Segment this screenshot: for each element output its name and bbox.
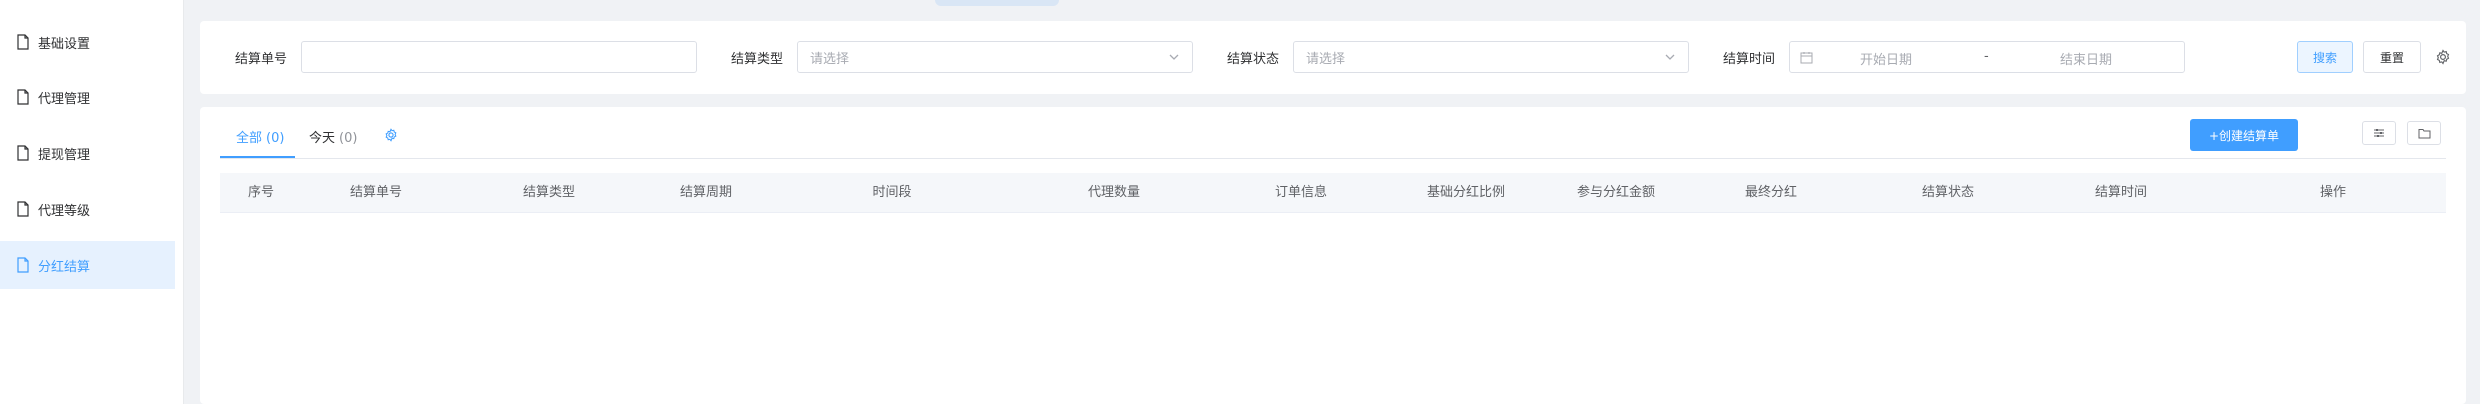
column-header: 结算时间 [2094, 185, 2148, 200]
settlement-status-label: 结算状态 [1227, 52, 1280, 67]
column-header: 订单信息 [1274, 185, 1328, 200]
chevron-down-icon [1169, 54, 1179, 60]
sidebar-item-basic-settings[interactable]: 基础设置 [0, 18, 175, 66]
sidebar-item-label: 代理等级 [38, 203, 91, 219]
top-tab-indicator [935, 0, 1059, 6]
calendar-icon [1800, 52, 1813, 64]
tab-label: 全部 [236, 131, 263, 146]
tab-today[interactable]: 今天 (0) [309, 127, 357, 146]
date-separator: - [1984, 49, 1989, 64]
column-header: 参与分红金额 [1576, 185, 1656, 200]
settlement-status-select[interactable]: 请选择 [1293, 41, 1689, 73]
settlement-time-range[interactable]: 开始日期 - 结束日期 [1789, 41, 2185, 73]
column-header: 结算类型 [522, 185, 576, 200]
settlement-type-label: 结算类型 [731, 52, 784, 67]
create-settlement-button[interactable]: +创建结算单 [2190, 119, 2298, 151]
document-icon [16, 89, 30, 105]
tab-count: (0) [266, 131, 285, 146]
gear-icon[interactable] [2435, 49, 2451, 65]
filter-panel: 结算单号 结算类型 请选择 结算状态 请选择 结算时间 开始日期 - 结束日期 … [200, 21, 2466, 94]
sidebar-item-dividend-settlement[interactable]: 分红结算 [0, 241, 175, 289]
column-header: 序号 [247, 185, 275, 200]
app-root: 基础设置 代理管理 提现管理 代理等级 分红结算 结算单号 结算类型 请选择 结… [0, 0, 2480, 404]
document-icon [16, 145, 30, 161]
sidebar-item-label: 代理管理 [38, 91, 91, 107]
tab-settings-gear-icon[interactable] [384, 128, 398, 142]
sliders-icon [2374, 129, 2384, 137]
sidebar-item-agent-level[interactable]: 代理等级 [0, 185, 175, 233]
end-date-placeholder[interactable]: 结束日期 [2060, 49, 2112, 68]
tab-label: 今天 [309, 131, 336, 146]
chevron-down-icon [1665, 54, 1675, 60]
column-header: 结算状态 [1921, 185, 1975, 200]
sidebar-item-label: 基础设置 [38, 36, 91, 52]
column-header: 结算周期 [679, 185, 733, 200]
sidebar: 基础设置 代理管理 提现管理 代理等级 分红结算 [0, 0, 184, 404]
document-icon [16, 257, 30, 273]
tab-count: (0) [339, 131, 358, 146]
column-filter-button[interactable] [2362, 121, 2396, 145]
column-header: 代理数量 [1087, 185, 1141, 200]
active-tab-underline [220, 156, 295, 158]
settlement-no-label: 结算单号 [235, 52, 288, 67]
column-header: 基础分红比例 [1426, 185, 1506, 200]
start-date-placeholder[interactable]: 开始日期 [1860, 49, 1912, 68]
sidebar-item-withdrawal-management[interactable]: 提现管理 [0, 129, 175, 177]
document-icon [16, 201, 30, 217]
settlement-list-panel: 全部 (0) 今天 (0) +创建结算单 序号 结算单号 结算类型 结算周期 时间段… [200, 107, 2466, 404]
table-header: 序号 结算单号 结算类型 结算周期 时间段 代理数量 订单信息 基础分红比例 参… [220, 173, 2446, 213]
reset-button[interactable]: 重置 [2363, 41, 2421, 73]
folder-button[interactable] [2407, 121, 2441, 145]
column-header: 时间段 [872, 185, 912, 200]
sidebar-item-label: 提现管理 [38, 147, 91, 163]
settlement-no-input[interactable] [301, 41, 697, 73]
folder-icon [2418, 128, 2430, 138]
column-header: 操作 [2319, 185, 2347, 200]
search-button[interactable]: 搜索 [2297, 41, 2353, 73]
top-strip [185, 0, 2480, 8]
column-header: 结算单号 [349, 185, 403, 200]
status-tabs: 全部 (0) 今天 (0) [220, 107, 2446, 159]
sidebar-item-label: 分红结算 [38, 259, 91, 275]
settlement-type-placeholder: 请选择 [810, 51, 850, 67]
document-icon [16, 34, 30, 50]
column-header: 最终分红 [1744, 185, 1798, 200]
settlement-status-placeholder: 请选择 [1306, 51, 1346, 67]
settlement-time-label: 结算时间 [1723, 52, 1776, 67]
settlement-type-select[interactable]: 请选择 [797, 41, 1193, 73]
tab-all[interactable]: 全部 (0) [236, 127, 284, 146]
sidebar-item-agent-management[interactable]: 代理管理 [0, 73, 175, 121]
